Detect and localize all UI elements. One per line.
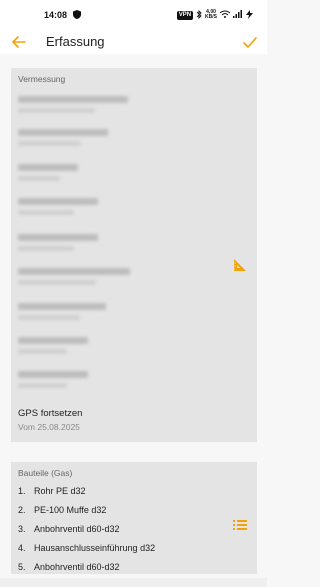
- item-name: Anbohrventil d60-d32: [34, 523, 120, 534]
- bluetooth-icon: [196, 9, 202, 21]
- parts-label: Bauteile (Gas): [18, 468, 73, 478]
- gps-date: Vom 25.08.2025: [18, 422, 80, 432]
- blurred-entry: [18, 268, 130, 285]
- measurement-card: Vermessung GPS fortsetzen Vom 25.08.2025: [11, 68, 257, 442]
- set-square-icon: [234, 259, 246, 271]
- status-bar: 14:08 VPN 4,00 KB/S: [0, 0, 267, 30]
- checkmark-icon: [243, 36, 257, 48]
- gps-continue-title[interactable]: GPS fortsetzen: [18, 408, 82, 419]
- network-speed: 4,00 KB/S: [205, 10, 217, 20]
- confirm-button[interactable]: [241, 32, 259, 52]
- vpn-badge: VPN: [176, 10, 194, 20]
- item-name: Hausanschlusseinführung d32: [34, 542, 156, 553]
- speed-unit: KB/S: [205, 14, 217, 20]
- item-number: 4.: [18, 542, 26, 553]
- list-icon: [233, 520, 247, 530]
- status-time: 14:08: [44, 10, 68, 20]
- item-name: Rohr PE d32: [34, 485, 86, 496]
- blurred-entry: [18, 164, 78, 181]
- page-title: Erfassung: [46, 34, 105, 49]
- item-name: Anbohrventil d60-d32: [34, 561, 120, 572]
- blurred-entry: [18, 337, 88, 354]
- blurred-entry: [18, 96, 128, 113]
- shield-icon: [73, 6, 82, 24]
- measurement-label: Vermessung: [18, 74, 66, 84]
- blurred-entry: [18, 234, 98, 251]
- item-number: 1.: [18, 485, 26, 496]
- list-item[interactable]: 5. Anbohrventil d60-d32: [18, 557, 218, 576]
- item-number: 2.: [18, 504, 26, 515]
- measure-ruler-button[interactable]: [233, 258, 247, 272]
- parts-list-button[interactable]: [233, 518, 247, 530]
- app-bar: Erfassung: [0, 30, 267, 54]
- blurred-entry: [18, 371, 88, 388]
- item-name: PE-100 Muffe d32: [34, 504, 107, 515]
- list-item[interactable]: 3. Anbohrventil d60-d32: [18, 519, 218, 538]
- battery-charging-icon: [246, 9, 253, 21]
- parts-card: Bauteile (Gas) 1. Rohr PE d32 2. PE-100 Mu…: [11, 462, 257, 574]
- list-item[interactable]: 4. Hausanschlusseinführung d32: [18, 538, 218, 557]
- wifi-icon: [219, 10, 231, 20]
- back-button[interactable]: [10, 32, 28, 52]
- list-item[interactable]: 2. PE-100 Muffe d32: [18, 500, 218, 519]
- item-number: 3.: [18, 523, 26, 534]
- parts-list: 1. Rohr PE d32 2. PE-100 Muffe d32 3. Anboh…: [18, 481, 218, 576]
- arrow-left-icon: [12, 36, 26, 48]
- item-number: 5.: [18, 561, 26, 572]
- blurred-entry: [18, 129, 108, 146]
- blurred-entry: [18, 303, 106, 320]
- blurred-entry: [18, 198, 98, 215]
- signal-icon: [233, 10, 243, 20]
- bottom-fade: [0, 578, 267, 587]
- list-item[interactable]: 1. Rohr PE d32: [18, 481, 218, 500]
